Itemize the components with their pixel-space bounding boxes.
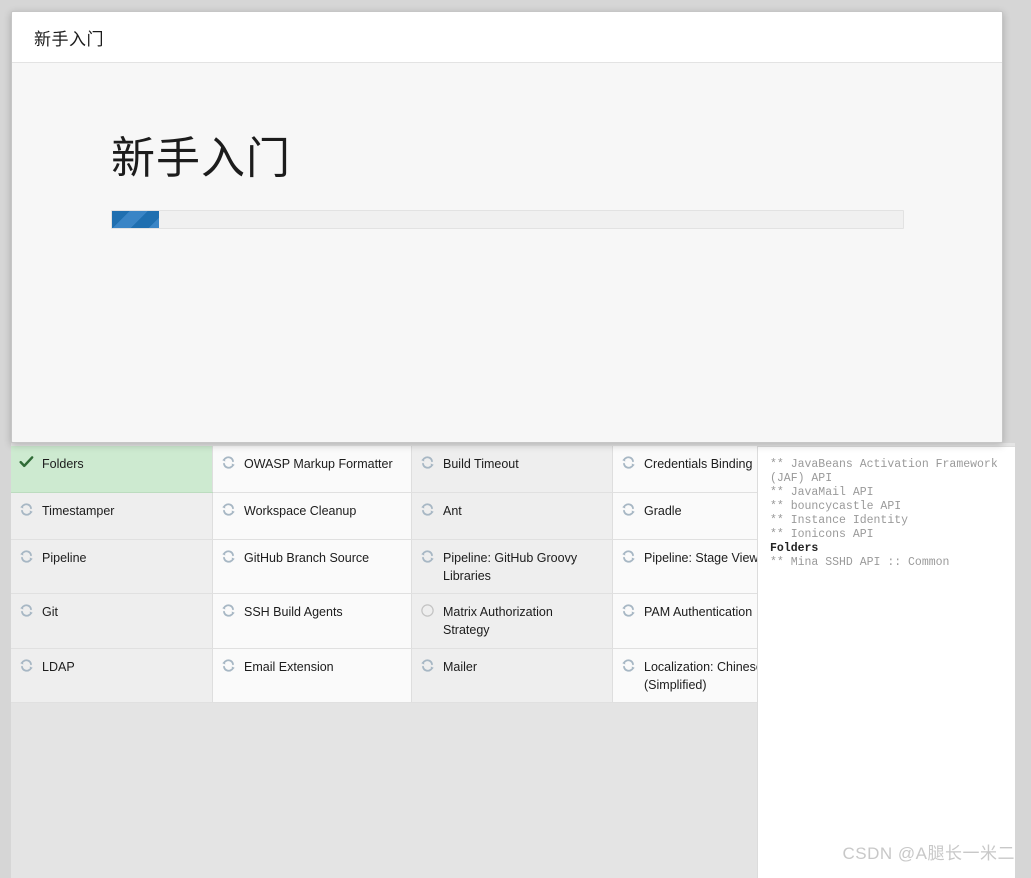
install-log-line: ** bouncycastle API (770, 500, 902, 513)
plugin-name-label: Ant (443, 504, 462, 518)
plugin-name-label: Gradle (644, 504, 682, 518)
plugin-cell: Pipeline: GitHub Groovy Libraries (411, 539, 613, 595)
install-log-line: ** JavaMail API (770, 486, 874, 499)
plugin-cell: Ant (411, 492, 613, 540)
dialog-body: 新手入门 (12, 63, 1002, 442)
plugin-entry: OWASP Markup Formatter (221, 454, 405, 473)
refresh-spinner-icon (19, 502, 34, 517)
install-log-line: ** Mina SSHD API :: Common (770, 556, 950, 569)
plugin-entry: Email Extension (221, 657, 405, 676)
refresh-spinner-icon (19, 658, 34, 673)
plugin-name-label: Build Timeout (443, 457, 519, 471)
plugin-name-label: Workspace Cleanup (244, 504, 357, 518)
check-icon (19, 455, 34, 470)
plugin-entry: Ant (420, 501, 606, 520)
plugin-install-area: Folders OWASP Markup Formatter Build Timeo… (11, 446, 1015, 878)
plugin-name-label: GitHub Branch Source (244, 551, 370, 565)
plugin-name-label: LDAP (42, 659, 75, 674)
table-row: Timestamper Workspace Cleanup Ant Gradle (11, 492, 814, 540)
table-row: LDAP Email Extension Mailer Localization: C… (11, 648, 814, 703)
plugin-entry: Workspace Cleanup (221, 501, 405, 520)
plugin-name-label: Git (42, 605, 58, 620)
plugin-name-label: Email Extension (244, 659, 334, 674)
plugin-entry: GitHub Branch Source (221, 548, 405, 567)
refresh-spinner-icon (221, 455, 236, 470)
refresh-spinner-icon (621, 549, 636, 564)
refresh-spinner-icon (420, 658, 435, 673)
plugin-name-label: Pipeline (42, 551, 87, 565)
refresh-spinner-icon (19, 549, 34, 564)
install-progress-fill (112, 211, 160, 228)
plugin-status-table: Folders OWASP Markup Formatter Build Timeo… (11, 446, 814, 703)
plugin-entry: SSH Build Agents (221, 602, 405, 621)
refresh-spinner-icon (221, 658, 236, 673)
page-root: Folders OWASP Markup Formatter Build Timeo… (0, 0, 1031, 878)
plugin-cell: Timestamper (11, 492, 213, 540)
plugin-cell: Build Timeout (411, 446, 613, 493)
plugin-name-label: Pipeline: Stage View (644, 551, 759, 565)
table-row: Folders OWASP Markup Formatter Build Timeo… (11, 446, 814, 493)
plugin-name-label: PAM Authentication (644, 605, 753, 620)
plugin-cell: Matrix Authorization Strategy (411, 593, 613, 649)
plugin-cell: GitHub Branch Source (212, 539, 412, 595)
plugin-entry: Pipeline (19, 548, 206, 567)
plugin-name-label: OWASP Markup Formatter (244, 457, 393, 471)
refresh-spinner-icon (19, 603, 34, 618)
dialog-title: 新手入门 (34, 29, 104, 49)
refresh-spinner-icon (221, 502, 236, 517)
plugin-cell: Mailer (411, 648, 613, 703)
refresh-spinner-icon (420, 502, 435, 517)
install-log-line: ** Ionicons API (770, 528, 874, 541)
plugin-entry: Folders (19, 454, 206, 473)
plugin-entry: LDAP (19, 657, 206, 676)
plugin-cell: SSH Build Agents (212, 593, 412, 649)
install-log-line: ** JavaBeans Activation Framework (JAF) … (770, 458, 1005, 485)
plugin-cell: Folders (11, 446, 213, 493)
install-heading: 新手入门 (111, 134, 291, 183)
plugin-entry: Pipeline: GitHub Groovy Libraries (420, 548, 606, 585)
install-log-lines: ** JavaBeans Activation Framework (JAF) … (770, 458, 1005, 570)
refresh-spinner-icon (621, 658, 636, 673)
install-log-line: ** Instance Identity (770, 514, 909, 527)
refresh-spinner-icon (221, 549, 236, 564)
table-row: Git SSH Build Agents Matrix Authorization … (11, 593, 814, 649)
install-log-line-current: Folders (770, 542, 819, 555)
plugin-cell: Pipeline (11, 539, 213, 595)
table-row: Pipeline GitHub Branch Source Pipeline: Gi… (11, 539, 814, 595)
refresh-spinner-icon (221, 603, 236, 618)
install-progress-bar (111, 210, 904, 229)
refresh-spinner-icon (621, 603, 636, 618)
refresh-spinner-icon (621, 455, 636, 470)
plugin-name-label: SSH Build Agents (244, 605, 343, 620)
refresh-spinner-icon (420, 455, 435, 470)
plugin-name-label: Credentials Binding (644, 457, 753, 471)
plugin-entry: Matrix Authorization Strategy (420, 602, 606, 639)
plugin-entry: Mailer (420, 657, 606, 676)
plugin-entry: Git (19, 602, 206, 621)
setup-wizard-dialog: 新手入门 新手入门 (11, 11, 1003, 443)
plugin-cell: Workspace Cleanup (212, 492, 412, 540)
plugin-name-label: Mailer (443, 659, 478, 674)
plugin-name-label: Pipeline: GitHub Groovy Libraries (443, 551, 578, 584)
dialog-header: 新手入门 (12, 12, 1002, 63)
install-log-panel[interactable]: ** JavaBeans Activation Framework (JAF) … (757, 446, 1015, 878)
plugin-table-body: Folders OWASP Markup Formatter Build Timeo… (11, 446, 814, 703)
plugin-cell: OWASP Markup Formatter (212, 446, 412, 493)
plugin-entry: Build Timeout (420, 454, 606, 473)
plugin-name-label: Timestamper (42, 504, 115, 518)
plugin-cell: LDAP (11, 648, 213, 703)
empty-circle-icon (420, 603, 435, 618)
refresh-spinner-icon (621, 502, 636, 517)
plugin-name-label: Matrix Authorization Strategy (443, 605, 553, 638)
plugin-entry: Timestamper (19, 501, 206, 520)
refresh-spinner-icon (420, 549, 435, 564)
plugin-name-label: Folders (42, 457, 84, 471)
plugin-cell: Git (11, 593, 213, 649)
plugin-cell: Email Extension (212, 648, 412, 703)
